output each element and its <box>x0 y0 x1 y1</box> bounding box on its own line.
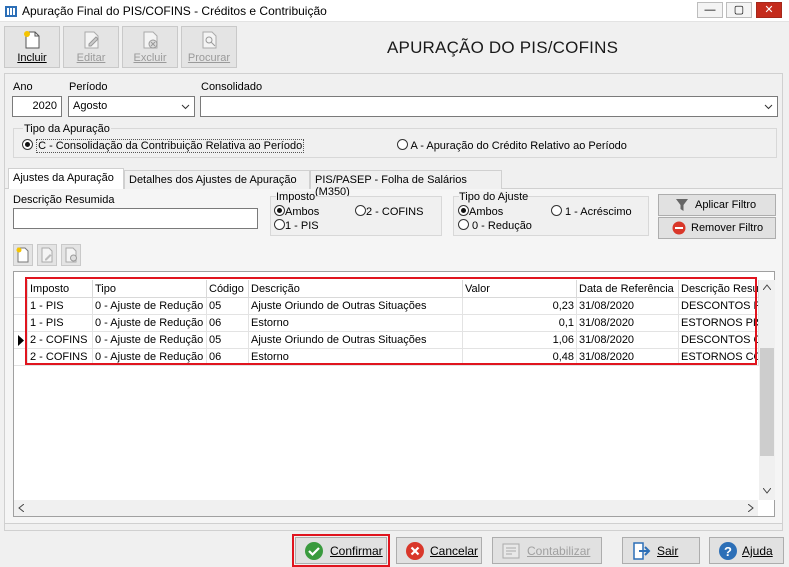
imposto-ambos-label: Ambos <box>285 206 320 218</box>
chevron-up-icon <box>763 284 771 290</box>
radio-selected-icon <box>22 139 33 150</box>
tab-pis-pasep-folha[interactable]: PIS/PASEP - Folha de Salários (M350) <box>310 170 502 198</box>
imposto-pis-radio[interactable]: 1 - PIS <box>274 219 319 232</box>
remove-icon <box>672 221 686 235</box>
current-row-arrow-icon <box>18 335 24 346</box>
radio-unselected-icon <box>274 219 285 230</box>
app-icon <box>5 6 17 17</box>
tipo-apuracao-c-label: C - Consolidação da Contribuição Relativ… <box>36 139 305 153</box>
imposto-pis-label: 1 - PIS <box>285 220 319 232</box>
svg-text:?: ? <box>724 544 732 559</box>
contabilizar-label: Contabilizar <box>527 544 591 558</box>
ajuda-label: Ajuda <box>742 544 773 558</box>
confirmar-label: Confirmar <box>330 544 383 558</box>
chevron-down-icon <box>764 104 773 110</box>
filter-icon <box>676 199 688 211</box>
descricao-resumida-input[interactable] <box>13 208 258 229</box>
grid-edit-button[interactable] <box>37 244 57 266</box>
aplicar-filtro-button[interactable]: Aplicar Filtro <box>658 194 776 216</box>
ajuda-button[interactable]: ? Ajuda <box>709 537 784 564</box>
excluir-button[interactable]: Excluir <box>122 26 178 68</box>
remover-filtro-label: Remover Filtro <box>691 222 764 234</box>
tipo-apuracao-label: Tipo da Apuração <box>23 123 111 135</box>
exit-icon <box>633 542 651 560</box>
tipo-apuracao-a-label: A - Apuração do Crédito Relativo ao Perí… <box>410 140 627 152</box>
ledger-icon <box>502 543 520 559</box>
imposto-cofins-radio[interactable]: 2 - COFINS <box>355 205 423 218</box>
cancelar-label: Cancelar <box>430 544 479 558</box>
confirmar-button[interactable]: Confirmar <box>292 534 390 567</box>
help-icon: ? <box>719 542 737 560</box>
chevron-right-icon <box>748 504 754 512</box>
window-title: Apuração Final do PIS/COFINS - Créditos … <box>22 4 327 18</box>
aplicar-filtro-label: Aplicar Filtro <box>695 199 757 211</box>
delete-document-icon <box>65 247 77 263</box>
close-button[interactable]: ✕ <box>756 2 782 18</box>
incluir-button[interactable]: Incluir <box>4 26 60 68</box>
vertical-scrollbar[interactable] <box>759 280 775 500</box>
tab-detalhes-ajustes[interactable]: Detalhes dos Ajustes de Apuração <box>124 170 310 189</box>
grid-delete-button[interactable] <box>61 244 81 266</box>
incluir-label: Incluir <box>17 52 47 64</box>
new-document-icon <box>24 31 40 49</box>
tipo-ajuste-ambos-radio[interactable]: Ambos <box>458 205 503 218</box>
new-document-icon <box>16 247 29 263</box>
tipo-ajuste-acrescimo-radio[interactable]: 1 - Acréscimo <box>551 205 632 218</box>
tipo-ajuste-acrescimo-label: 1 - Acréscimo <box>565 206 632 218</box>
radio-unselected-icon <box>551 205 562 216</box>
ano-label: Ano <box>13 81 33 93</box>
edit-document-icon <box>41 247 53 263</box>
periodo-select[interactable]: Agosto <box>68 96 195 117</box>
consolidado-select[interactable] <box>200 96 778 117</box>
radio-selected-icon <box>274 205 285 216</box>
ano-input[interactable]: 2020 <box>12 96 62 117</box>
sair-label: Sair <box>657 544 679 558</box>
remover-filtro-button[interactable]: Remover Filtro <box>658 217 776 239</box>
tipo-apuracao-a-radio[interactable]: A - Apuração do Crédito Relativo ao Perí… <box>397 139 627 152</box>
scrollbar-thumb[interactable] <box>760 348 774 456</box>
tipo-ajuste-label: Tipo do Ajuste <box>459 191 529 203</box>
imposto-ambos-radio[interactable]: Ambos <box>274 205 319 218</box>
tab-ajustes-apuracao[interactable]: Ajustes da Apuração <box>8 168 124 189</box>
tipo-apuracao-c-radio[interactable]: C - Consolidação da Contribuição Relativ… <box>22 139 305 153</box>
editar-label: Editar <box>76 52 106 64</box>
procurar-button[interactable]: Procurar <box>181 26 237 68</box>
sair-button[interactable]: Sair <box>622 537 700 564</box>
consolidado-label: Consolidado <box>201 81 263 93</box>
delete-document-icon <box>143 31 158 49</box>
periodo-label: Período <box>69 81 108 93</box>
radio-unselected-icon <box>355 205 366 216</box>
tipo-ajuste-ambos-label: Ambos <box>469 206 504 218</box>
tipo-ajuste-reducao-radio[interactable]: 0 - Redução <box>458 219 532 232</box>
cancelar-button[interactable]: Cancelar <box>396 537 482 564</box>
imposto-label: Imposto <box>276 191 316 203</box>
editar-button[interactable]: Editar <box>63 26 119 68</box>
title-bar: Apuração Final do PIS/COFINS - Créditos … <box>0 0 789 22</box>
procurar-label: Procurar <box>187 52 231 64</box>
horizontal-scrollbar[interactable] <box>14 500 758 516</box>
radio-unselected-icon <box>397 139 408 150</box>
page-title: APURAÇÃO DO PIS/COFINS <box>387 38 619 57</box>
chevron-down-icon <box>763 488 771 494</box>
imposto-cofins-label: 2 - COFINS <box>366 206 424 218</box>
cancel-icon <box>406 542 424 560</box>
excluir-label: Excluir <box>133 52 167 64</box>
check-icon <box>305 542 323 560</box>
grid-add-button[interactable] <box>13 244 33 266</box>
edit-document-icon <box>84 31 99 49</box>
contabilizar-button[interactable]: Contabilizar <box>492 537 602 564</box>
highlight-box <box>25 277 757 365</box>
tipo-ajuste-reducao-label: 0 - Redução <box>472 220 532 232</box>
maximize-button[interactable]: ▢ <box>726 2 752 18</box>
chevron-left-icon <box>18 504 24 512</box>
periodo-value: Agosto <box>73 100 108 112</box>
minimize-button[interactable]: — <box>697 2 723 18</box>
descricao-resumida-label: Descrição Resumida <box>13 194 115 206</box>
chevron-down-icon <box>181 104 190 110</box>
search-document-icon <box>202 31 217 49</box>
radio-unselected-icon <box>458 219 469 230</box>
radio-selected-icon <box>458 205 469 216</box>
